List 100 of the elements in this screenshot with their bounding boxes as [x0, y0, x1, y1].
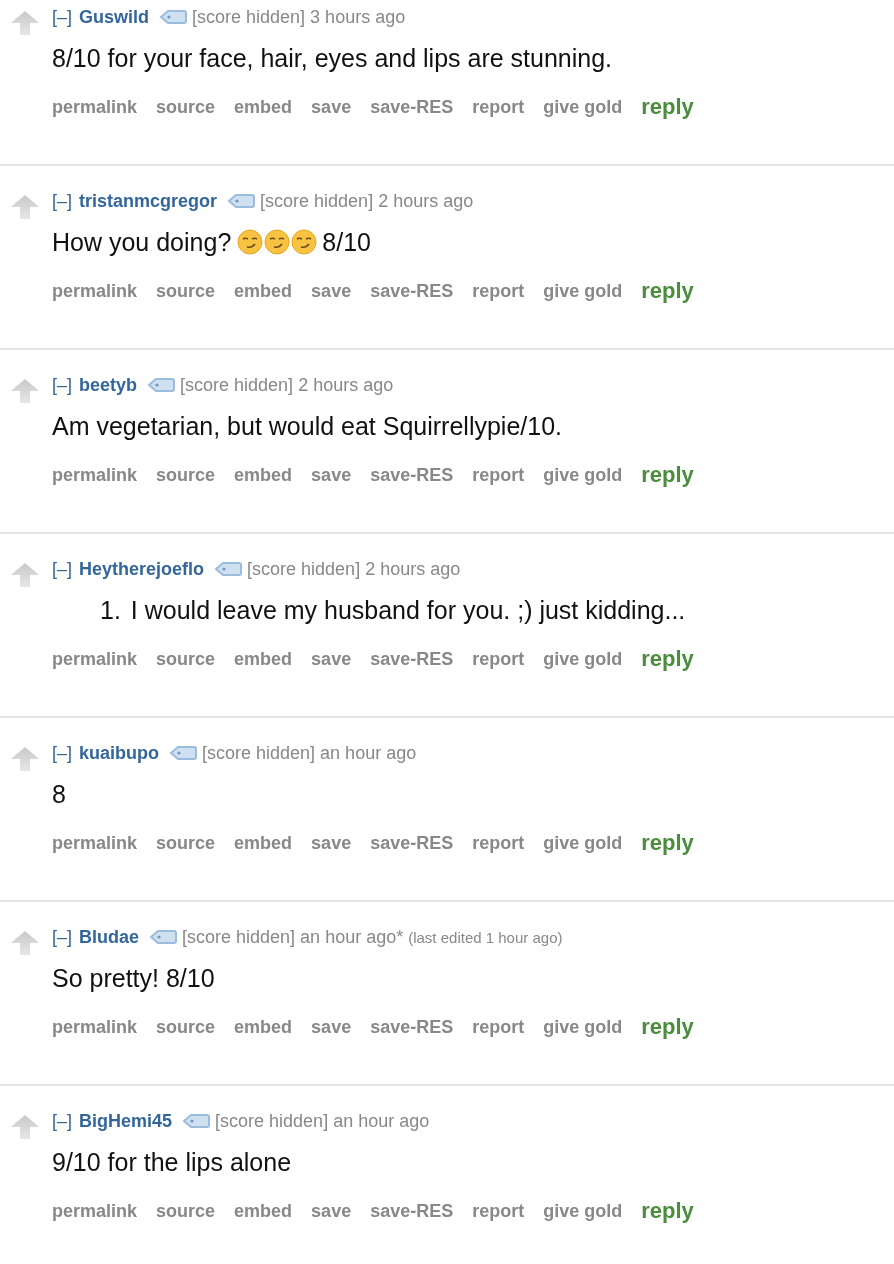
action-link[interactable]: source — [156, 280, 216, 302]
action-link[interactable]: source — [156, 1200, 216, 1222]
action-link[interactable]: permalink — [52, 648, 138, 670]
collapse-toggle[interactable]: [–] — [52, 374, 72, 396]
tag-icon[interactable] — [214, 561, 243, 577]
action-link[interactable]: report — [472, 464, 525, 486]
timestamp: an hour ago — [333, 1110, 430, 1132]
action-link[interactable]: embed — [234, 96, 293, 118]
action-link[interactable]: embed — [234, 1016, 293, 1038]
action-link[interactable]: give gold — [543, 1200, 623, 1222]
upvote-arrow-icon[interactable] — [10, 562, 40, 588]
action-link[interactable]: give gold — [543, 832, 623, 854]
timestamp: 3 hours ago — [310, 6, 406, 28]
action-link[interactable]: give gold — [543, 96, 623, 118]
tag-icon[interactable] — [182, 1113, 211, 1129]
action-link[interactable]: save-RES — [370, 648, 454, 670]
username-link[interactable]: BigHemi45 — [79, 1110, 173, 1132]
tag-icon[interactable] — [159, 9, 188, 25]
action-link[interactable]: save-RES — [370, 1200, 454, 1222]
action-link[interactable]: save-RES — [370, 96, 454, 118]
action-link[interactable]: save — [311, 1200, 352, 1222]
reply-link[interactable]: reply — [641, 1198, 694, 1224]
action-link[interactable]: permalink — [52, 464, 138, 486]
reply-link[interactable]: reply — [641, 646, 694, 672]
action-link[interactable]: save — [311, 280, 352, 302]
action-link[interactable]: source — [156, 464, 216, 486]
score-text: [score hidden] — [247, 558, 361, 580]
action-link[interactable]: give gold — [543, 1016, 623, 1038]
reply-link[interactable]: reply — [641, 462, 694, 488]
collapse-toggle[interactable]: [–] — [52, 926, 72, 948]
action-link[interactable]: save — [311, 96, 352, 118]
action-link[interactable]: permalink — [52, 832, 138, 854]
action-link[interactable]: save — [311, 648, 352, 670]
reply-link[interactable]: reply — [641, 278, 694, 304]
action-link[interactable]: report — [472, 648, 525, 670]
tag-icon[interactable] — [147, 377, 176, 393]
tag-icon[interactable] — [149, 929, 178, 945]
score-text: [score hidden] — [260, 190, 374, 212]
action-link[interactable]: save-RES — [370, 464, 454, 486]
score-text: [score hidden] — [215, 1110, 329, 1132]
reply-link[interactable]: reply — [641, 94, 694, 120]
collapse-toggle[interactable]: [–] — [52, 6, 72, 28]
action-link[interactable]: embed — [234, 464, 293, 486]
comment-text: 8/10 for your face, hair, eyes and lips are stunning. — [52, 43, 613, 73]
timestamp: 2 hours ago — [298, 374, 394, 396]
action-link[interactable]: permalink — [52, 280, 138, 302]
action-link[interactable]: save — [311, 464, 352, 486]
comment-text: I would leave my husband for you. ;) just kidding... — [130, 595, 686, 625]
username-link[interactable]: Bludae — [79, 926, 140, 948]
collapse-toggle[interactable]: [–] — [52, 190, 72, 212]
action-link[interactable]: source — [156, 832, 216, 854]
action-link[interactable]: source — [156, 1016, 216, 1038]
action-link[interactable]: source — [156, 96, 216, 118]
collapse-toggle[interactable]: [–] — [52, 558, 72, 580]
list-number: 1. — [100, 595, 121, 625]
action-link[interactable]: embed — [234, 1200, 293, 1222]
action-link[interactable]: save — [311, 832, 352, 854]
comment-text: 8/10 — [322, 227, 371, 257]
action-link[interactable]: report — [472, 1200, 525, 1222]
username-link[interactable]: Guswild — [79, 6, 150, 28]
reply-link[interactable]: reply — [641, 830, 694, 856]
upvote-arrow-icon[interactable] — [10, 10, 40, 36]
action-link[interactable]: give gold — [543, 280, 623, 302]
action-link[interactable]: embed — [234, 832, 293, 854]
username-link[interactable]: Heytherejoeflo — [79, 558, 205, 580]
action-link[interactable]: report — [472, 1016, 525, 1038]
collapse-toggle[interactable]: [–] — [52, 1110, 72, 1132]
tag-icon[interactable] — [169, 745, 197, 761]
edited-note: (last edited 1 hour ago) — [408, 928, 563, 946]
action-link[interactable]: report — [472, 832, 525, 854]
action-link[interactable]: source — [156, 648, 216, 670]
score-text: [score hidden] — [180, 374, 294, 396]
action-link[interactable]: permalink — [52, 1016, 138, 1038]
upvote-arrow-icon[interactable] — [10, 746, 40, 772]
upvote-arrow-icon[interactable] — [10, 378, 40, 404]
tag-icon[interactable] — [227, 193, 256, 209]
upvote-arrow-icon[interactable] — [10, 194, 40, 220]
action-link[interactable]: embed — [234, 648, 293, 670]
action-link[interactable]: give gold — [543, 464, 623, 486]
upvote-arrow-icon[interactable] — [10, 930, 40, 956]
action-link[interactable]: save-RES — [370, 1016, 454, 1038]
username-link[interactable]: beetyb — [79, 374, 138, 396]
timestamp: 2 hours ago — [378, 190, 474, 212]
action-link[interactable]: embed — [234, 280, 293, 302]
action-link[interactable]: save-RES — [370, 280, 454, 302]
username-link[interactable]: tristanmcgregor — [79, 190, 218, 212]
score-text: [score hidden] — [182, 926, 296, 948]
action-link[interactable]: report — [472, 96, 525, 118]
collapse-toggle[interactable]: [–] — [52, 742, 72, 764]
comment-text: 9/10 for the lips alone — [52, 1147, 292, 1177]
upvote-arrow-icon[interactable] — [10, 1114, 40, 1140]
action-link[interactable]: report — [472, 280, 525, 302]
action-link[interactable]: save — [311, 1016, 352, 1038]
action-link[interactable]: permalink — [52, 96, 138, 118]
reply-link[interactable]: reply — [641, 1014, 694, 1040]
smirking-face-icon — [291, 229, 318, 255]
action-link[interactable]: give gold — [543, 648, 623, 670]
action-link[interactable]: save-RES — [370, 832, 454, 854]
action-link[interactable]: permalink — [52, 1200, 138, 1222]
username-link[interactable]: kuaibupo — [79, 742, 159, 764]
